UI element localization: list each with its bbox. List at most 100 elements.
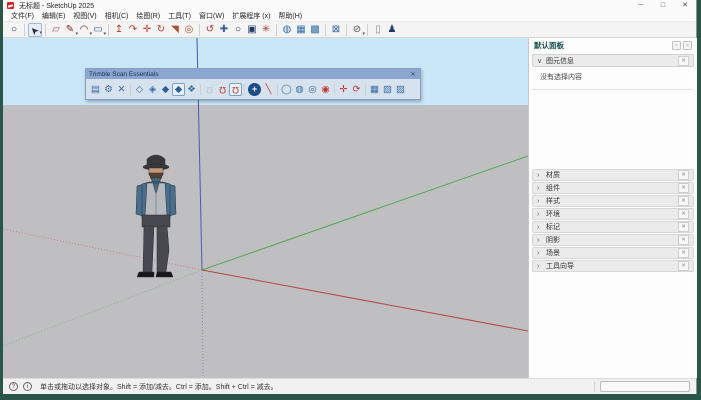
menu-item[interactable]: 编辑(E) xyxy=(38,11,69,21)
tray-section-label: 组件 xyxy=(546,183,678,193)
cloud-rotate-icon[interactable]: ⟳ xyxy=(350,83,363,96)
tray-section-close-button[interactable]: ✕ xyxy=(678,235,689,245)
tool-glyph: ▱ xyxy=(52,23,60,37)
model-viewport[interactable]: Trimble Scan Essentials ✕ ▤ ⚙ ✕ ◇ ◈ xyxy=(3,38,528,378)
no-tool[interactable]: ⊘ ▾ xyxy=(350,23,364,37)
panel-close-button[interactable]: ▫ xyxy=(683,41,692,50)
menu-item[interactable]: 视图(V) xyxy=(69,11,100,21)
scale-tool[interactable]: ◥ xyxy=(168,23,182,37)
control-glyph: ✕ xyxy=(682,2,688,9)
point-cloud-filled-icon[interactable]: ◆ xyxy=(159,83,172,96)
inspect-target-icon[interactable]: ◉ xyxy=(319,83,332,96)
tray-section-row[interactable]: › 样式 ✕ xyxy=(532,195,694,207)
tray-section-close-button[interactable]: ✕ xyxy=(678,248,689,258)
close-button[interactable]: ✕ xyxy=(674,0,696,11)
settings-gear-icon[interactable]: ⚙ xyxy=(102,83,115,96)
scan-toolbar-titlebar[interactable]: Trimble Scan Essentials ✕ xyxy=(86,69,420,79)
entity-info-section[interactable]: ∨ 图元信息 ✕ xyxy=(532,54,694,67)
tray-section-close-button[interactable]: ✕ xyxy=(678,196,689,206)
red-axis-solid xyxy=(202,270,528,331)
rotate-tool[interactable]: ↻ xyxy=(154,23,168,37)
zoom-extents-tool[interactable]: ✳ xyxy=(259,23,273,37)
tray-section-close-button[interactable]: ✕ xyxy=(678,170,689,180)
scan-toolbar-close-icon[interactable]: ✕ xyxy=(409,71,417,78)
scan-mesh-tool[interactable]: ▦ xyxy=(294,23,308,37)
point-cloud-density-icon[interactable]: ◆ xyxy=(172,83,185,96)
tray-section-close-button[interactable]: ✕ xyxy=(678,222,689,232)
menu-item[interactable]: 工具(T) xyxy=(164,11,195,21)
sign-in-button[interactable]: ♟ xyxy=(385,23,399,37)
tray-section-row[interactable]: › 场景 ✕ xyxy=(532,247,694,259)
panel-pin-button[interactable]: ▫ xyxy=(672,41,681,50)
menu-item[interactable]: 绘图(R) xyxy=(132,11,164,21)
inspect-ring-icon[interactable]: ◎ xyxy=(306,83,319,96)
tray-section-row[interactable]: › 工具向导 ✕ xyxy=(532,260,694,272)
maximize-button[interactable]: □ xyxy=(652,0,674,11)
tray-section-row[interactable]: › 组件 ✕ xyxy=(532,182,694,194)
button-glyph: ▫ xyxy=(686,43,688,49)
move-tool[interactable]: ✛ xyxy=(140,23,154,37)
entity-info-close-button[interactable]: ✕ xyxy=(678,56,689,66)
snap-on-icon[interactable]: Ω xyxy=(216,83,229,96)
draw-edge-icon[interactable]: ╲ xyxy=(262,83,275,96)
point-cloud-empty-icon[interactable]: ◇ xyxy=(133,83,146,96)
point-cloud-half-icon[interactable]: ◈ xyxy=(146,83,159,96)
followme-tool[interactable]: ↷ xyxy=(126,23,140,37)
zoom-window-tool[interactable]: ▣ xyxy=(245,23,259,37)
tray-section-close-button[interactable]: ✕ xyxy=(678,183,689,193)
inspect-auto-icon[interactable]: ◍ xyxy=(293,83,306,96)
scan-cloud-tool[interactable]: ▩ xyxy=(308,23,322,37)
scan-essentials-toolbar[interactable]: Trimble Scan Essentials ✕ ▤ ⚙ ✕ ◇ ◈ xyxy=(85,68,421,100)
arc-tool[interactable]: ◠ ▾ xyxy=(77,23,91,37)
toolbar-separator xyxy=(346,24,347,36)
eraser-tool[interactable]: ▱ xyxy=(49,23,63,37)
chevron-right-icon: › xyxy=(537,172,546,179)
tray-section-label: 场景 xyxy=(546,248,678,258)
tool-glyph: ◈ xyxy=(149,83,156,96)
menu-item[interactable]: 相机(C) xyxy=(101,11,133,21)
measurements-input[interactable] xyxy=(600,381,690,392)
tray-section-row[interactable]: › 环境 ✕ xyxy=(532,208,694,220)
menu-item[interactable]: 扩展程序 (x) xyxy=(228,11,274,21)
menu-item-label: 工具(T) xyxy=(168,13,191,20)
scan-locate-tool[interactable]: ◍ xyxy=(280,23,294,37)
offset-tool[interactable]: ◎ xyxy=(182,23,196,37)
tray-section-row[interactable]: › 材质 ✕ xyxy=(532,169,694,181)
status-divider xyxy=(594,382,595,392)
menu-item[interactable]: 窗口(W) xyxy=(195,11,228,21)
chevron-right-icon: › xyxy=(537,237,546,244)
snap-off-icon[interactable]: Ω xyxy=(203,83,216,96)
menu-item[interactable]: 帮助(H) xyxy=(274,11,306,21)
pushpull-tool[interactable]: ↥ xyxy=(112,23,126,37)
cloud-move-icon[interactable]: ✛ xyxy=(337,83,350,96)
tray-section-row[interactable]: › 标记 ✕ xyxy=(532,221,694,233)
menu-item[interactable]: 文件(F) xyxy=(7,11,38,21)
inspect-region-icon[interactable]: ◯ xyxy=(280,83,293,96)
tray-section-row[interactable]: › 阴影 ✕ xyxy=(532,234,694,246)
open-folder-icon[interactable]: ▤ xyxy=(89,83,102,96)
add-point-icon[interactable]: + xyxy=(248,83,261,96)
report-grid-icon[interactable]: ▧ xyxy=(381,83,394,96)
tool-glyph: ╲ xyxy=(266,83,272,96)
line-tool[interactable]: ✎ ▾ xyxy=(63,23,77,37)
search-tool[interactable]: ○ xyxy=(7,23,21,37)
help-icon[interactable]: ? xyxy=(9,382,18,391)
mesh-erase-tool[interactable]: ⊠ xyxy=(329,23,343,37)
select-tool[interactable]: ➤ ▾ xyxy=(28,23,42,37)
tray-section-close-button[interactable]: ✕ xyxy=(678,209,689,219)
snap-active-icon[interactable]: Ω xyxy=(229,83,242,96)
new-model-button[interactable]: ▯ xyxy=(371,23,385,37)
orbit-tool[interactable]: ↺ xyxy=(203,23,217,37)
report-panel-icon[interactable]: ▦ xyxy=(368,83,381,96)
close-scan-icon[interactable]: ✕ xyxy=(115,83,128,96)
minimize-button[interactable]: ─ xyxy=(630,0,652,11)
title-bar[interactable]: 无标题 - SketchUp 2025 ─□✕ xyxy=(3,0,696,11)
pan-tool[interactable]: ✚ xyxy=(217,23,231,37)
menu-item-label: 绘图(R) xyxy=(136,13,160,20)
zoom-tool[interactable]: ○ xyxy=(231,23,245,37)
point-cloud-hatch-icon[interactable]: ❖ xyxy=(185,83,198,96)
tray-section-close-button[interactable]: ✕ xyxy=(678,261,689,271)
report-layers-icon[interactable]: ▨ xyxy=(394,83,407,96)
info-icon[interactable]: i xyxy=(23,382,32,391)
rectangle-tool[interactable]: ▭ ▾ xyxy=(91,23,105,37)
